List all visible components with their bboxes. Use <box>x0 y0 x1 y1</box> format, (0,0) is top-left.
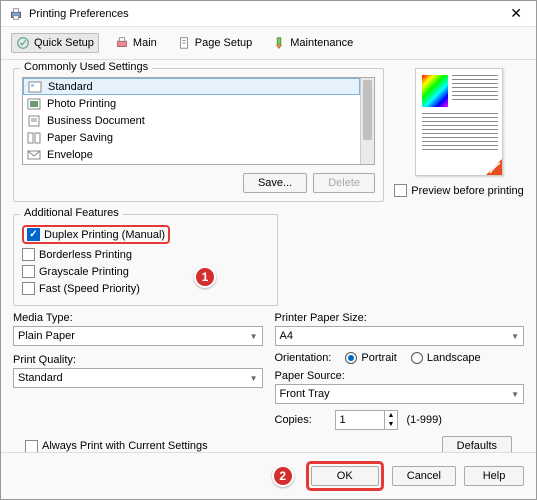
borderless-checkbox-row[interactable]: Borderless Printing <box>22 246 269 263</box>
quick-setup-icon <box>16 36 30 50</box>
paper-size-dropdown[interactable]: A4 ▼ <box>275 326 525 346</box>
settings-listbox[interactable]: Standard Photo Printing Business Documen… <box>22 77 375 165</box>
list-item-label: Business Document <box>47 115 145 127</box>
list-item-business[interactable]: Business Document <box>23 112 360 129</box>
annotation-badge-1: 1 <box>194 266 216 288</box>
grayscale-checkbox[interactable] <box>22 265 35 278</box>
chevron-down-icon: ▼ <box>511 332 519 341</box>
checkbox-label: Always Print with Current Settings <box>42 440 208 452</box>
copies-label: Copies: <box>275 414 327 426</box>
chevron-down-icon: ▼ <box>250 332 258 341</box>
borderless-checkbox[interactable] <box>22 248 35 261</box>
duplex-checkbox[interactable]: ✓ <box>27 228 40 241</box>
list-item-standard[interactable]: Standard <box>23 78 360 95</box>
main-icon <box>115 36 129 50</box>
paper-size-label: Printer Paper Size: <box>275 312 525 324</box>
preview-before-printing-checkbox[interactable]: Preview before printing <box>394 184 524 197</box>
list-item-envelope[interactable]: Envelope <box>23 146 360 163</box>
scrollbar[interactable] <box>360 78 374 164</box>
save-button[interactable]: Save... <box>243 173 307 193</box>
tab-main[interactable]: Main <box>111 34 161 52</box>
cancel-button[interactable]: Cancel <box>392 466 456 486</box>
checkbox-label: Borderless Printing <box>39 249 132 261</box>
window-title: Printing Preferences <box>29 8 129 20</box>
fast-checkbox[interactable] <box>22 282 35 295</box>
paper-source-dropdown[interactable]: Front Tray ▼ <box>275 384 525 404</box>
orientation-label: Orientation: <box>275 352 332 364</box>
tab-maintenance[interactable]: Maintenance <box>268 34 357 52</box>
tab-label: Maintenance <box>290 37 353 49</box>
list-item-paper-saving[interactable]: Paper Saving <box>23 129 360 146</box>
tab-quick-setup[interactable]: Quick Setup <box>11 33 99 53</box>
tab-bar: Quick Setup Main Page Setup Maintenance <box>1 27 536 60</box>
copies-spinner[interactable]: 1 ▲ ▼ <box>335 410 399 430</box>
page-setup-icon <box>177 36 191 50</box>
list-item-label: Standard <box>48 81 93 93</box>
checkbox-label: Fast (Speed Priority) <box>39 283 140 295</box>
list-item-label: Paper Saving <box>47 132 113 144</box>
list-item-photo[interactable]: Photo Printing <box>23 95 360 112</box>
chevron-down-icon: ▼ <box>250 374 258 383</box>
media-type-label: Media Type: <box>13 312 263 324</box>
dropdown-value: Standard <box>18 372 63 384</box>
checkbox-label: Preview before printing <box>411 185 524 197</box>
list-item-label: Photo Printing <box>47 98 116 110</box>
ok-button[interactable]: OK <box>311 466 379 486</box>
copies-range: (1-999) <box>406 414 441 426</box>
corner-fold-icon <box>486 159 502 175</box>
envelope-icon <box>27 149 41 161</box>
portrait-radio[interactable]: Portrait <box>345 352 396 364</box>
radio-label: Landscape <box>427 352 481 364</box>
highlight-annotation-1: ✓ Duplex Printing (Manual) <box>22 225 170 244</box>
list-item-label: Envelope <box>47 149 93 161</box>
tab-label: Page Setup <box>195 37 253 49</box>
titlebar: Printing Preferences ✕ <box>1 1 536 27</box>
spinner-down-icon[interactable]: ▼ <box>385 420 398 429</box>
photo-icon <box>27 98 41 110</box>
help-button[interactable]: Help <box>464 466 524 486</box>
chevron-down-icon: ▼ <box>511 390 519 399</box>
commonly-used-group: Commonly Used Settings Standard Photo Pr… <box>13 68 384 202</box>
grayscale-checkbox-row[interactable]: Grayscale Printing <box>22 263 269 280</box>
dropdown-value: Front Tray <box>280 388 330 400</box>
landscape-radio[interactable]: Landscape <box>411 352 481 364</box>
printing-preferences-dialog: Printing Preferences ✕ Quick Setup Main … <box>0 0 537 500</box>
print-quality-dropdown[interactable]: Standard ▼ <box>13 368 263 388</box>
spinner-up-icon[interactable]: ▲ <box>385 411 398 420</box>
tab-label: Quick Setup <box>34 37 94 49</box>
document-icon <box>28 81 42 93</box>
paper-saving-icon <box>27 132 41 144</box>
tab-label: Main <box>133 37 157 49</box>
media-type-dropdown[interactable]: Plain Paper ▼ <box>13 326 263 346</box>
group-label: Additional Features <box>20 207 123 219</box>
close-button[interactable]: ✕ <box>504 3 528 24</box>
checkbox-label: Duplex Printing (Manual) <box>44 229 165 241</box>
document-icon <box>27 115 41 127</box>
highlight-annotation-2: OK <box>306 461 384 491</box>
checkbox-label: Grayscale Printing <box>39 266 129 278</box>
paper-source-label: Paper Source: <box>275 370 525 382</box>
radio-label: Portrait <box>361 352 396 364</box>
tab-page-setup[interactable]: Page Setup <box>173 34 257 52</box>
preview-image <box>415 68 503 176</box>
printer-icon <box>9 7 23 21</box>
dropdown-value: A4 <box>280 330 293 342</box>
dialog-footer: 2 OK Cancel Help <box>1 452 536 499</box>
group-label: Commonly Used Settings <box>20 61 152 73</box>
dropdown-value: Plain Paper <box>18 330 75 342</box>
delete-button[interactable]: Delete <box>313 173 375 193</box>
annotation-badge-2: 2 <box>272 465 294 487</box>
additional-features-group: Additional Features ✓ Duplex Printing (M… <box>13 214 278 306</box>
maintenance-icon <box>272 36 286 50</box>
print-quality-label: Print Quality: <box>13 354 263 366</box>
copies-value: 1 <box>336 414 384 426</box>
fast-checkbox-row[interactable]: Fast (Speed Priority) <box>22 280 269 297</box>
